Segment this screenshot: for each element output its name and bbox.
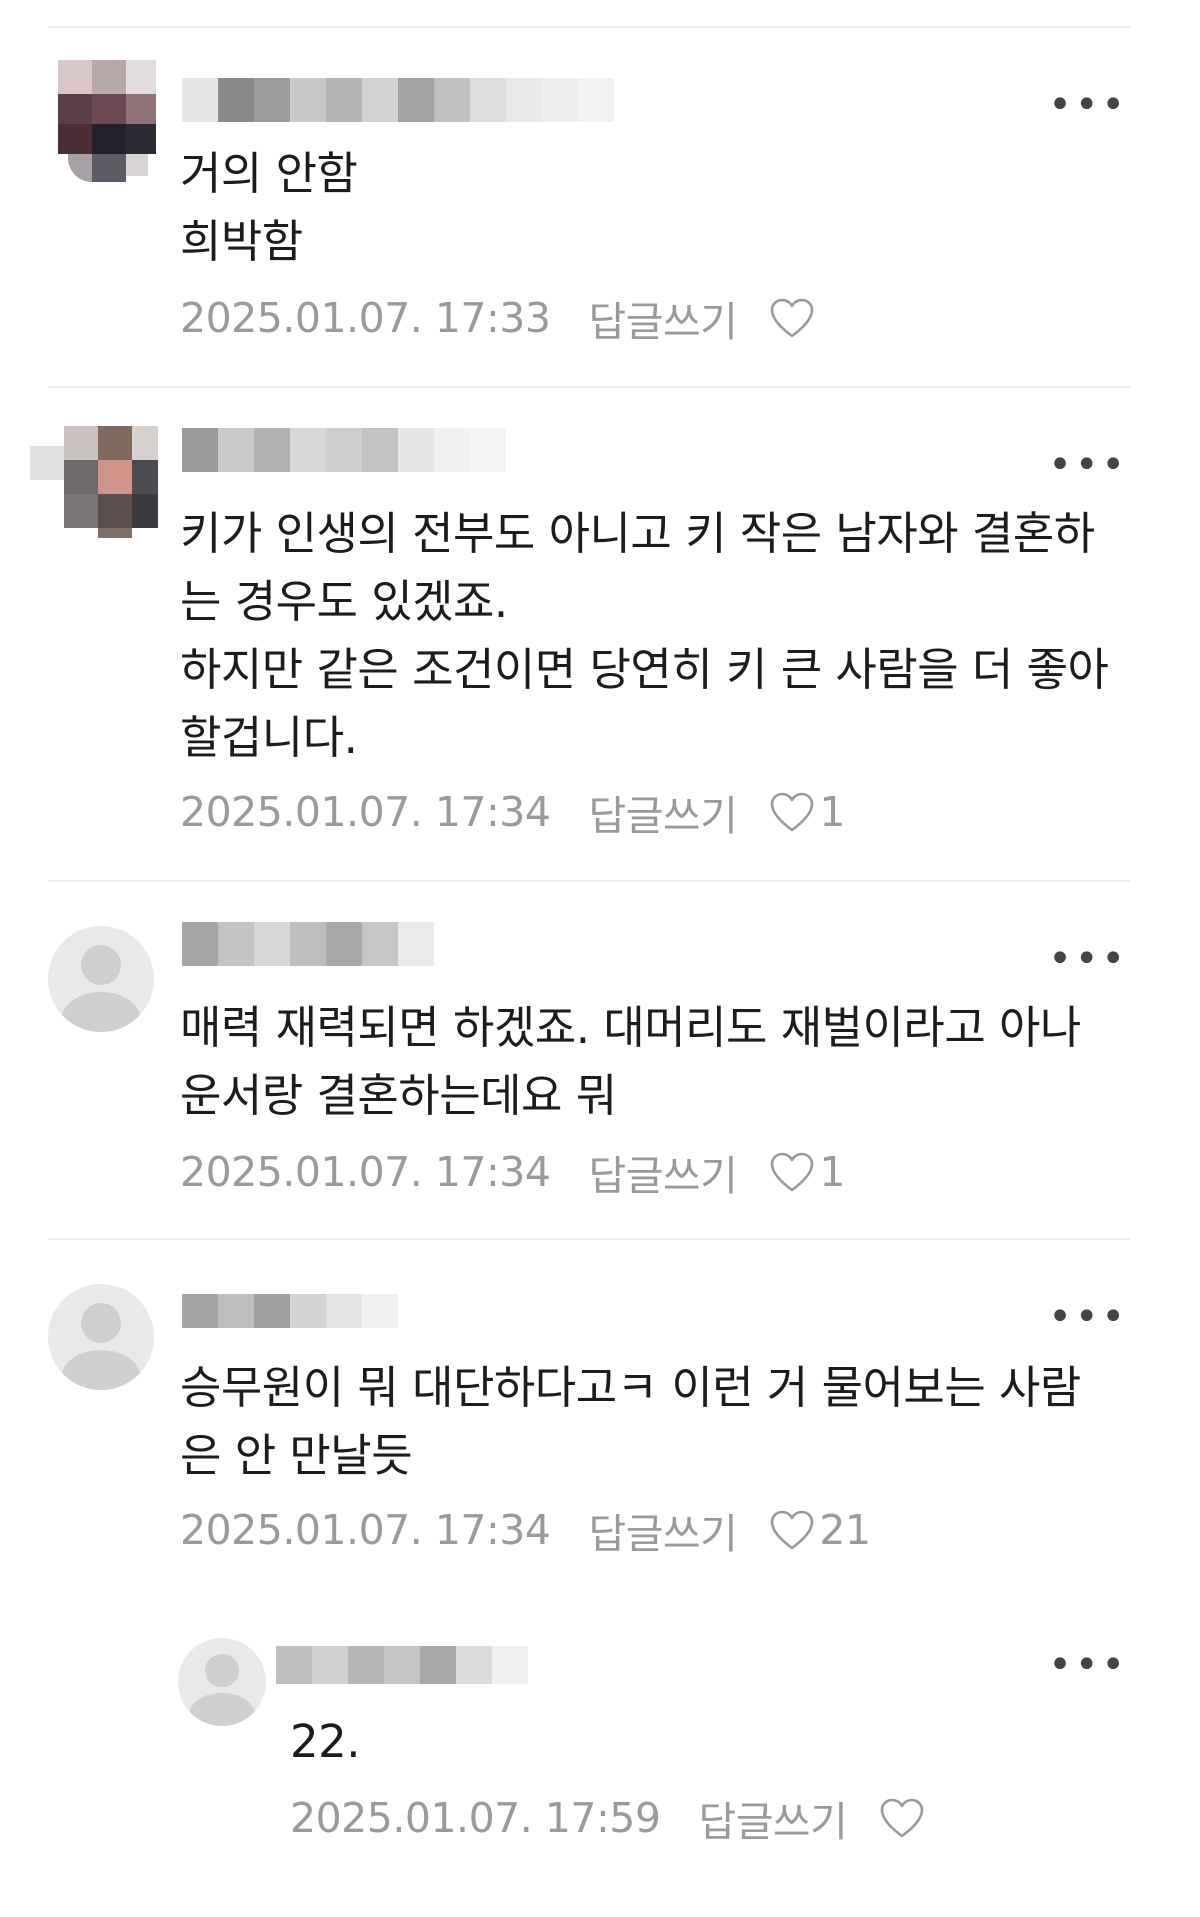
comment-meta: 2025.01.07. 17:59 답글쓰기 [290,1790,929,1846]
author-name-blurred[interactable] [182,428,506,472]
comment-meta: 2025.01.07. 17:34 답글쓰기 1 [180,784,845,840]
reply-button[interactable]: 답글쓰기 [588,288,737,348]
author-name-blurred[interactable] [182,78,614,122]
comment-meta: 2025.01.07. 17:34 답글쓰기 1 [180,1144,845,1200]
comment-text: 키가 인생의 전부도 아니고 키 작은 남자와 결혼하 는 경우도 있겠죠. 하… [180,507,1109,764]
like-button[interactable] [769,297,819,339]
divider [48,880,1130,882]
divider [48,1238,1130,1240]
reply-button[interactable]: 답글쓰기 [588,1142,737,1202]
reply-button[interactable]: 답글쓰기 [588,782,737,842]
heart-outline-icon [771,298,814,338]
avatar[interactable] [34,60,156,184]
like-button[interactable]: 1 [769,788,845,836]
author-name-blurred[interactable] [276,1646,528,1684]
comment-text: 매력 재력되면 하겠죠. 대머리도 재벌이라고 아나 운서랑 결혼하는데요 뭐 [180,1001,1081,1122]
comment-text: 22. [290,1715,361,1768]
like-button[interactable]: 21 [769,1506,871,1554]
comment-text: 승무원이 뭐 대단하다고ㅋ 이런 거 물어보는 사람 은 안 만날듯 [180,1361,1081,1482]
default-user-avatar-icon[interactable] [178,1638,266,1726]
divider [48,386,1130,388]
reply-button[interactable]: 답글쓰기 [588,1500,737,1560]
comment-date: 2025.01.07. 17:59 [290,1794,661,1842]
more-options-icon[interactable]: ••• [1048,1297,1128,1337]
avatar[interactable] [30,426,158,538]
like-count: 1 [819,1148,845,1196]
reply-button[interactable]: 답글쓰기 [698,1788,847,1848]
heart-outline-icon [881,1798,924,1838]
heart-outline-icon [771,1510,814,1550]
like-count: 21 [819,1506,871,1554]
more-options-icon[interactable]: ••• [1048,939,1128,979]
comment-meta: 2025.01.07. 17:34 답글쓰기 21 [180,1502,871,1558]
like-count: 1 [819,788,845,836]
divider [48,26,1130,28]
heart-outline-icon [771,1152,814,1192]
comment-date: 2025.01.07. 17:34 [180,788,551,836]
comment-date: 2025.01.07. 17:34 [180,1148,551,1196]
more-options-icon[interactable]: ••• [1048,445,1128,485]
more-options-icon[interactable]: ••• [1048,1645,1128,1685]
default-user-avatar-icon[interactable] [48,926,154,1032]
comment-meta: 2025.01.07. 17:33 답글쓰기 [180,290,819,346]
heart-outline-icon [771,792,814,832]
default-user-avatar-icon[interactable] [48,1284,154,1390]
author-name-blurred[interactable] [182,1294,398,1328]
more-options-icon[interactable]: ••• [1048,85,1128,125]
comment-date: 2025.01.07. 17:34 [180,1506,551,1554]
comment-text: 거의 안함 희박함 [180,147,358,268]
comment-date: 2025.01.07. 17:33 [180,294,551,342]
like-button[interactable] [879,1797,929,1839]
author-name-blurred[interactable] [182,922,434,966]
like-button[interactable]: 1 [769,1148,845,1196]
